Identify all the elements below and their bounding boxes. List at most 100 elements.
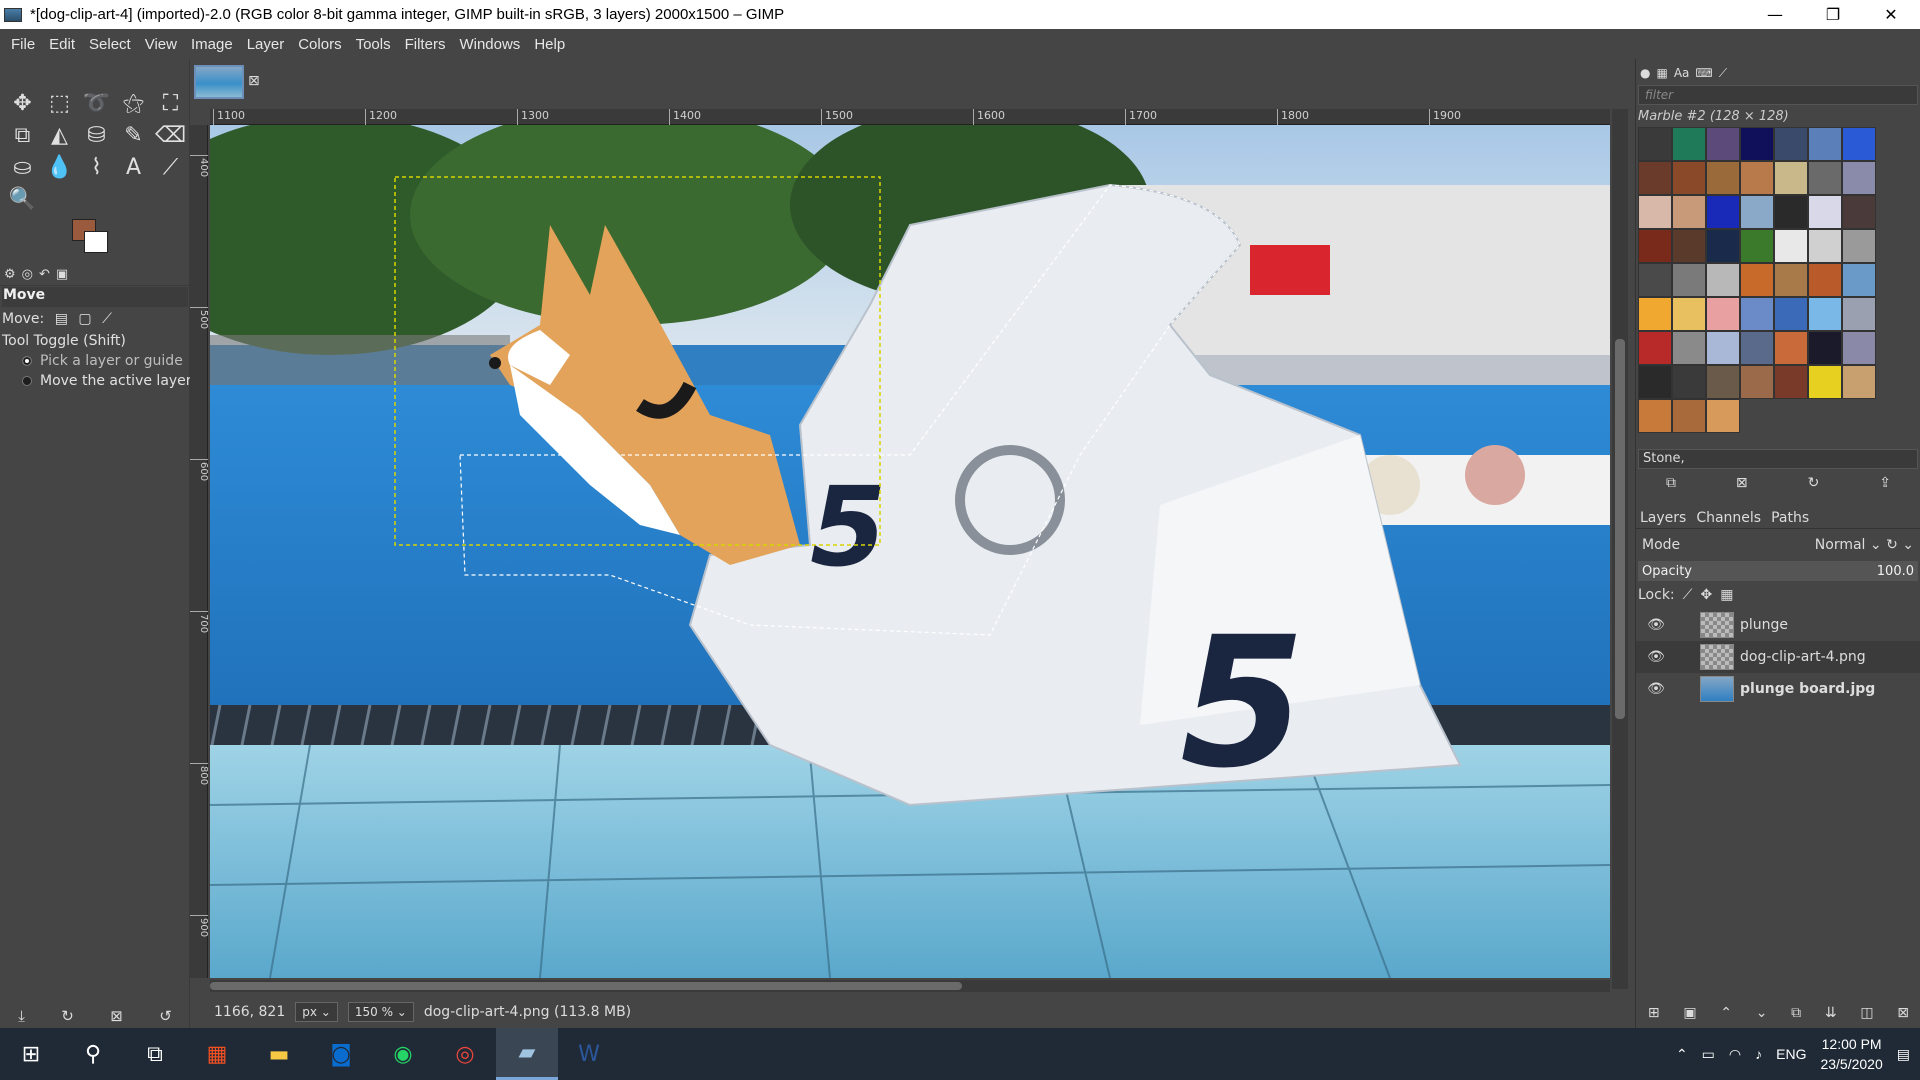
vertical-scroll-thumb[interactable] — [1615, 339, 1625, 719]
document-history-tab-icon[interactable]: ⌨ — [1695, 66, 1712, 80]
outlook-icon[interactable]: ◙ — [310, 1028, 372, 1080]
pattern-swatch[interactable] — [1774, 365, 1808, 399]
pattern-swatch[interactable] — [1638, 331, 1672, 365]
transform-tool-icon[interactable]: ⧉ — [4, 119, 41, 151]
pattern-swatch[interactable] — [1672, 297, 1706, 331]
wifi-icon[interactable]: ◠ — [1729, 1046, 1741, 1063]
pattern-swatch[interactable] — [1842, 263, 1876, 297]
duplicate-layer-icon[interactable]: ⧉ — [1791, 1005, 1801, 1021]
pattern-swatch[interactable] — [1740, 229, 1774, 263]
gimp-taskbar-icon[interactable]: ▰ — [496, 1028, 558, 1080]
lock-alpha-icon[interactable]: ▦ — [1720, 587, 1733, 603]
pattern-swatch[interactable] — [1774, 229, 1808, 263]
delete-options-icon[interactable]: ⊠ — [110, 1007, 123, 1025]
visibility-eye-icon[interactable]: 👁 — [1636, 681, 1676, 697]
delete-pattern-icon[interactable]: ⊠ — [1736, 475, 1748, 491]
pattern-swatch[interactable] — [1672, 127, 1706, 161]
bucket-fill-tool-icon[interactable]: ⛁ — [78, 119, 115, 151]
menu-file[interactable]: File — [4, 36, 42, 53]
move-tool-icon[interactable]: ✥ — [4, 87, 41, 119]
menu-tools[interactable]: Tools — [349, 36, 398, 53]
opacity-slider[interactable]: Opacity 100.0 — [1638, 561, 1918, 581]
move-active-option[interactable]: Move the active layer — [2, 373, 192, 389]
pattern-swatch[interactable] — [1808, 331, 1842, 365]
pattern-swatch[interactable] — [1808, 127, 1842, 161]
pattern-swatch[interactable] — [1672, 399, 1706, 433]
pattern-swatch[interactable] — [1638, 161, 1672, 195]
device-status-tab-icon[interactable]: ◎ — [22, 267, 33, 282]
tab-layers[interactable]: Layers — [1640, 510, 1686, 526]
menu-windows[interactable]: Windows — [452, 36, 527, 53]
images-tab-icon[interactable]: ▣ — [56, 267, 68, 282]
close-image-tab-icon[interactable]: ⊠ — [248, 73, 260, 89]
new-layer-group-icon[interactable]: ▣ — [1683, 1005, 1696, 1021]
task-view-icon[interactable]: ⧉ — [124, 1028, 186, 1080]
lock-position-icon[interactable]: ✥ — [1700, 587, 1712, 603]
save-options-icon[interactable]: ⤓ — [18, 1007, 25, 1025]
clock[interactable]: 12:00 PM 23/5/2020 — [1820, 1034, 1882, 1074]
pattern-swatch[interactable] — [1740, 297, 1774, 331]
menu-image[interactable]: Image — [184, 36, 240, 53]
move-active-radio[interactable] — [22, 376, 32, 386]
menu-colors[interactable]: Colors — [291, 36, 348, 53]
pattern-swatch[interactable] — [1706, 297, 1740, 331]
refresh-patterns-icon[interactable]: ↻ — [1808, 475, 1820, 491]
pattern-swatch[interactable] — [1740, 365, 1774, 399]
pattern-swatch[interactable] — [1638, 399, 1672, 433]
store-icon[interactable]: ▦ — [186, 1028, 248, 1080]
pattern-swatch[interactable] — [1774, 263, 1808, 297]
menu-edit[interactable]: Edit — [42, 36, 82, 53]
pattern-swatch[interactable] — [1740, 195, 1774, 229]
paths-tool-icon[interactable]: ⌇ — [78, 151, 115, 183]
duplicate-pattern-icon[interactable]: ⧉ — [1666, 475, 1676, 491]
pattern-swatch[interactable] — [1672, 365, 1706, 399]
paintbrush-tool-icon[interactable]: ✎ — [115, 119, 152, 151]
mode-select[interactable]: Normal ⌄ ↻ ⌄ — [1815, 537, 1914, 553]
pattern-swatch[interactable] — [1808, 195, 1842, 229]
pattern-swatch[interactable] — [1774, 127, 1808, 161]
tool-options-tab-icon[interactable]: ⚙ — [4, 267, 16, 282]
fg-bg-colors[interactable] — [72, 219, 116, 263]
pattern-swatch[interactable] — [1842, 195, 1876, 229]
background-color-swatch[interactable] — [84, 231, 108, 253]
pattern-swatch[interactable] — [1842, 127, 1876, 161]
delete-layer-icon[interactable]: ⊠ — [1897, 1005, 1909, 1021]
pattern-swatch[interactable] — [1740, 127, 1774, 161]
open-pattern-icon[interactable]: ⇪ — [1879, 475, 1891, 491]
pattern-swatch[interactable] — [1706, 161, 1740, 195]
pattern-swatch[interactable] — [1774, 161, 1808, 195]
tab-paths[interactable]: Paths — [1771, 510, 1809, 526]
brushes-tab-icon[interactable]: ● — [1640, 66, 1650, 80]
text-tool-icon[interactable]: A — [115, 151, 152, 183]
brush-tab-icon[interactable]: ⟋ — [1719, 66, 1727, 81]
image-tab-thumbnail[interactable] — [194, 65, 244, 99]
search-icon[interactable]: ⚲ — [62, 1028, 124, 1080]
crop-tool-icon[interactable]: ⛶ — [152, 87, 189, 119]
zoom-select[interactable]: 150 % ⌄ — [347, 1002, 414, 1022]
move-layer-mode-icon[interactable]: ▤ — [55, 311, 68, 327]
layer-row[interactable]: 👁 plunge board.jpg — [1636, 673, 1920, 705]
layer-row[interactable]: 👁 dog-clip-art-4.png — [1636, 641, 1920, 673]
pattern-swatch[interactable] — [1808, 297, 1842, 331]
merge-layer-icon[interactable]: ⇊ — [1825, 1005, 1837, 1021]
word-icon[interactable]: W — [558, 1028, 620, 1080]
visibility-eye-icon[interactable]: 👁 — [1636, 649, 1676, 665]
fonts-tab-icon[interactable]: Aa — [1674, 66, 1690, 80]
pattern-swatch[interactable] — [1706, 263, 1740, 297]
restore-options-icon[interactable]: ↻ — [61, 1007, 74, 1025]
pattern-swatch[interactable] — [1706, 127, 1740, 161]
warp-tool-icon[interactable]: ◭ — [41, 119, 78, 151]
image-canvas[interactable]: 5 5 — [210, 125, 1610, 978]
color-picker-tool-icon[interactable]: ⟋ — [152, 151, 189, 183]
pattern-swatch[interactable] — [1740, 161, 1774, 195]
pattern-swatch[interactable] — [1706, 331, 1740, 365]
pattern-swatch[interactable] — [1638, 229, 1672, 263]
pattern-swatch[interactable] — [1808, 263, 1842, 297]
eraser-tool-icon[interactable]: ⌫ — [152, 119, 189, 151]
start-button-icon[interactable]: ⊞ — [0, 1028, 62, 1080]
menu-view[interactable]: View — [138, 36, 184, 53]
vertical-ruler[interactable]: 400 500 600 700 800 900 — [190, 125, 209, 978]
menu-filters[interactable]: Filters — [398, 36, 453, 53]
pattern-swatch[interactable] — [1672, 161, 1706, 195]
zoom-tool-icon[interactable]: 🔍 — [4, 183, 41, 215]
